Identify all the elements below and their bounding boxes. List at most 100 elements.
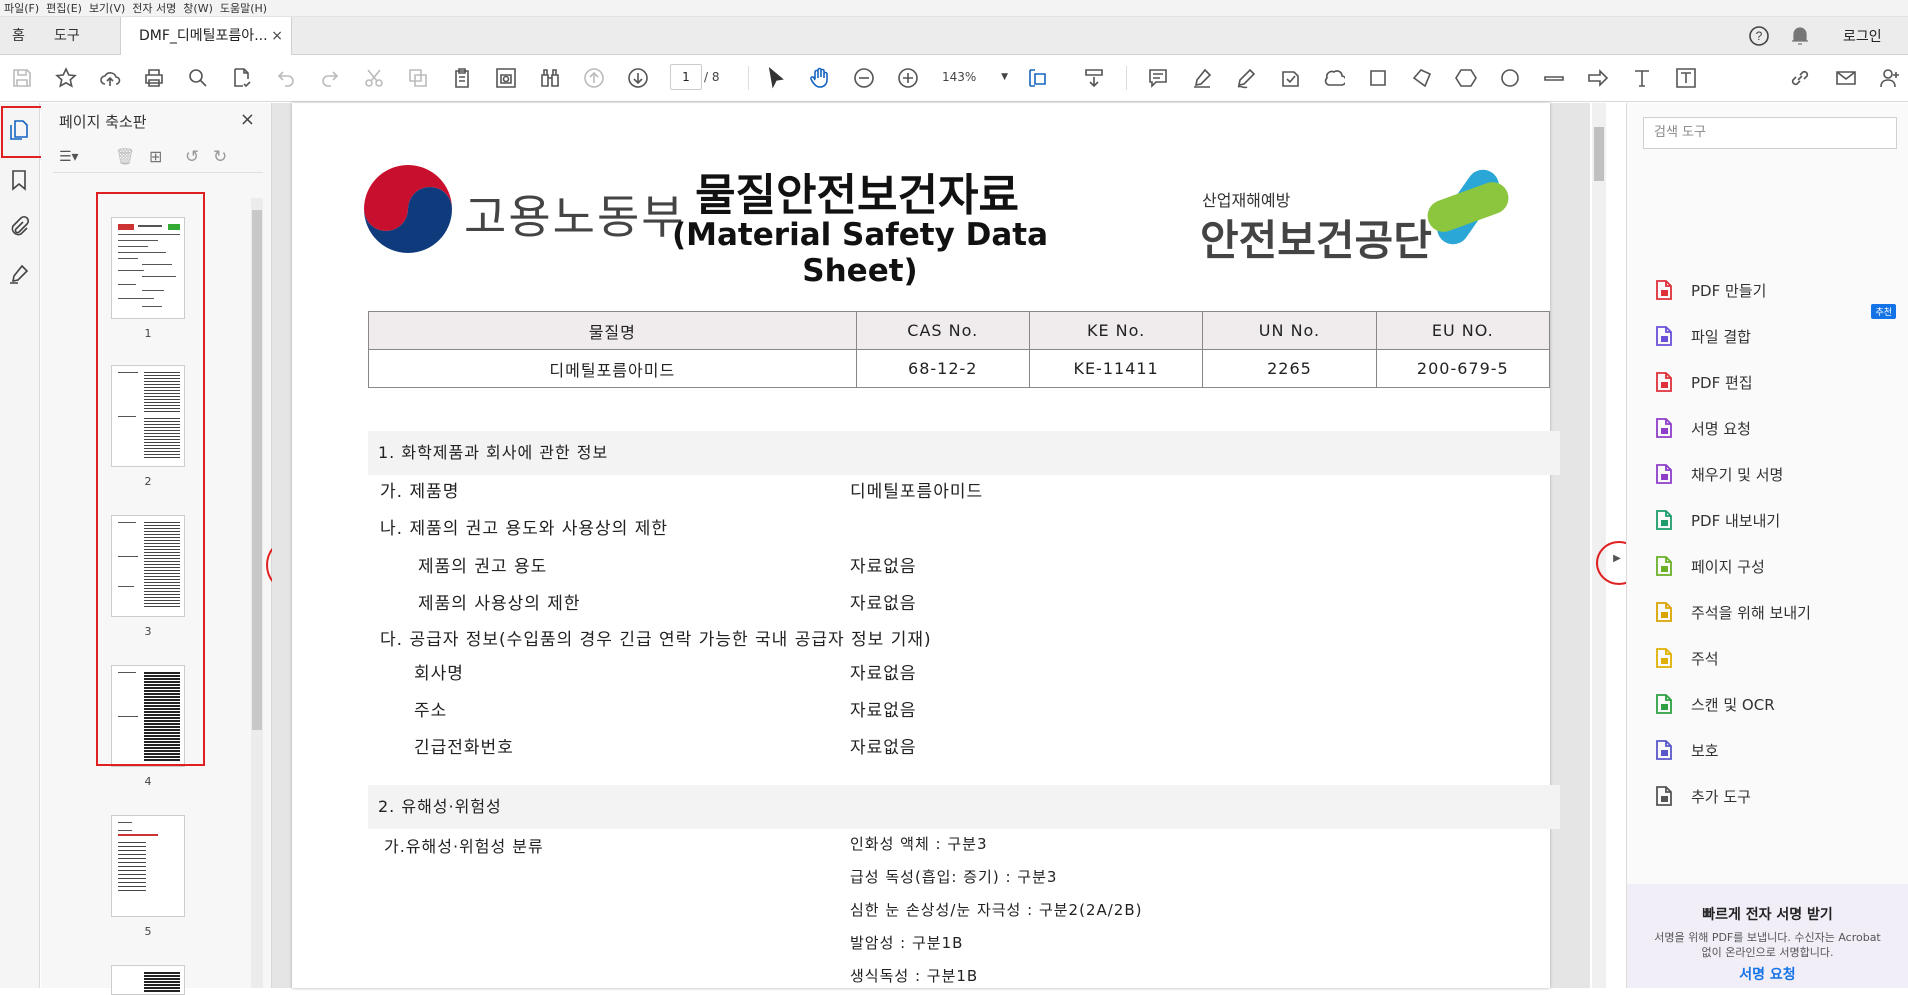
field-label: 나. 제품의 권고 용도와 사용상의 제한 bbox=[380, 519, 669, 539]
zoom-out-icon[interactable] bbox=[850, 64, 878, 92]
tool-item[interactable]: 페이지 구성 bbox=[1651, 552, 1765, 580]
line-icon[interactable] bbox=[1540, 64, 1568, 92]
tool-item[interactable]: 서명 요청 bbox=[1651, 414, 1751, 442]
field-value: 자료없음 bbox=[850, 664, 917, 684]
save-icon[interactable] bbox=[8, 64, 36, 92]
page-thumbnail[interactable] bbox=[111, 515, 185, 617]
cut-icon[interactable] bbox=[360, 64, 388, 92]
promo-link[interactable]: 서명 요청 bbox=[1627, 964, 1908, 984]
delete-page-icon[interactable]: 🗑 bbox=[115, 147, 135, 166]
upload-cloud-icon[interactable] bbox=[96, 64, 124, 92]
page-fit-icon[interactable] bbox=[1024, 64, 1052, 92]
notification-bell-icon[interactable] bbox=[1790, 17, 1810, 55]
tool-item[interactable]: 추가 도구 bbox=[1651, 782, 1751, 810]
highlight-pen-icon[interactable] bbox=[1188, 64, 1216, 92]
tab-close-button[interactable]: × bbox=[271, 17, 283, 55]
zoom-in-icon[interactable] bbox=[894, 64, 922, 92]
menu-esign[interactable]: 전자 서명 bbox=[132, 0, 183, 16]
scroll-mode-icon[interactable] bbox=[1080, 64, 1108, 92]
stamp-icon[interactable] bbox=[1276, 64, 1304, 92]
tool-item[interactable]: 채우기 및 서명 bbox=[1651, 460, 1783, 488]
undo-icon[interactable] bbox=[272, 64, 300, 92]
promo-title: 빠르게 전자 서명 받기 bbox=[1702, 907, 1833, 923]
table-header: CAS No. bbox=[855, 311, 1030, 350]
snapshot-icon[interactable] bbox=[492, 64, 520, 92]
add-user-icon[interactable] bbox=[1876, 64, 1904, 92]
redo-icon[interactable] bbox=[316, 64, 344, 92]
document-page: 고용노동부 물질안전보건자료 (Material Safety Data She… bbox=[292, 103, 1560, 988]
email-icon[interactable] bbox=[1832, 64, 1860, 92]
text-tool-icon[interactable] bbox=[1628, 64, 1656, 92]
tool-label: 스캔 및 OCR bbox=[1691, 695, 1775, 714]
agency-name: 안전보건공단 bbox=[1200, 216, 1432, 265]
copy-icon[interactable] bbox=[404, 64, 432, 92]
polygon-line-icon[interactable] bbox=[1408, 64, 1436, 92]
tab-document[interactable]: DMF_디메틸포름아... × bbox=[120, 17, 292, 55]
cloud-shape-icon[interactable] bbox=[1320, 64, 1348, 92]
rotate-right-icon[interactable]: ↻ bbox=[213, 147, 227, 167]
page-thumbnail[interactable] bbox=[111, 365, 185, 467]
ellipse-icon[interactable] bbox=[1496, 64, 1524, 92]
tool-item[interactable]: 보호 bbox=[1651, 736, 1719, 764]
select-cursor-icon[interactable] bbox=[762, 64, 790, 92]
rectangle-icon[interactable] bbox=[1364, 64, 1392, 92]
page-thumbnail[interactable] bbox=[111, 965, 185, 995]
field-value: 자료없음 bbox=[850, 557, 917, 577]
tool-item[interactable]: 스캔 및 OCR bbox=[1651, 690, 1775, 718]
tool-label: 채우기 및 서명 bbox=[1691, 465, 1784, 484]
previous-page-icon[interactable] bbox=[580, 64, 608, 92]
field-value: 인화성 액체 : 구분3 bbox=[850, 835, 988, 853]
print-icon[interactable] bbox=[140, 64, 168, 92]
help-icon[interactable]: ? bbox=[1748, 17, 1770, 55]
menu-file[interactable]: 파일(F) bbox=[4, 0, 46, 16]
login-button[interactable]: 로그인 bbox=[1843, 17, 1882, 55]
textbox-icon[interactable] bbox=[1672, 64, 1700, 92]
next-page-icon[interactable] bbox=[624, 64, 652, 92]
zoom-level-select[interactable]: 143% ▼ bbox=[936, 64, 1008, 90]
thumbnails-scrollbar[interactable] bbox=[251, 198, 263, 988]
page-number-input[interactable]: 1 bbox=[670, 64, 702, 90]
page-thumbnail[interactable] bbox=[111, 217, 185, 319]
tool-item[interactable]: 파일 결합 bbox=[1651, 322, 1751, 350]
page-thumbnail-number: 4 bbox=[144, 775, 152, 788]
comment-note-icon[interactable] bbox=[1144, 64, 1172, 92]
page-thumbnail[interactable] bbox=[111, 815, 185, 917]
signature-pen-icon[interactable] bbox=[8, 263, 32, 287]
tool-item[interactable]: PDF 편집 bbox=[1651, 368, 1753, 396]
hand-tool-icon[interactable] bbox=[806, 64, 834, 92]
link-share-icon[interactable] bbox=[1786, 64, 1814, 92]
tool-item[interactable]: PDF 내보내기 bbox=[1651, 506, 1780, 534]
menu-help[interactable]: 도움말(H) bbox=[220, 0, 274, 16]
draw-pen-icon[interactable] bbox=[1232, 64, 1260, 92]
tool-item[interactable]: 주석을 위해 보내기 bbox=[1651, 598, 1811, 626]
verify-document-icon[interactable] bbox=[228, 64, 256, 92]
rotate-left-icon[interactable]: ↺ bbox=[185, 147, 199, 167]
bookmarks-icon[interactable] bbox=[8, 169, 32, 193]
tab-home[interactable]: 홈 bbox=[12, 17, 25, 55]
bookmark-star-icon[interactable] bbox=[52, 64, 80, 92]
ministry-emblem-icon bbox=[364, 165, 452, 253]
tool-item[interactable]: PDF 만들기 bbox=[1651, 276, 1766, 304]
search-icon[interactable] bbox=[184, 64, 212, 92]
clipboard-icon[interactable] bbox=[448, 64, 476, 92]
table-cell: KE-11411 bbox=[1028, 349, 1204, 388]
page-thumbnails-icon[interactable] bbox=[8, 119, 32, 143]
field-label: 다. 공급자 정보(수입품의 경우 긴급 연락 가능한 국내 공급자 정보 기재… bbox=[380, 630, 932, 650]
hexagon-icon[interactable] bbox=[1452, 64, 1480, 92]
tab-tools[interactable]: 도구 bbox=[54, 17, 80, 55]
insert-page-icon[interactable]: ⊞ bbox=[149, 147, 162, 166]
menu-window[interactable]: 창(W) bbox=[183, 0, 220, 16]
menu-edit[interactable]: 편집(E) bbox=[46, 0, 89, 16]
menu-view[interactable]: 보기(V) bbox=[89, 0, 132, 16]
scrollbar-thumb[interactable] bbox=[1594, 127, 1604, 181]
arrow-icon[interactable] bbox=[1584, 64, 1612, 92]
page-thumbnail[interactable] bbox=[111, 665, 185, 767]
thumbnails-close-button[interactable]: × bbox=[240, 109, 255, 130]
tool-item[interactable]: 주석 bbox=[1651, 644, 1719, 672]
binoculars-icon[interactable] bbox=[536, 64, 564, 92]
thumbnail-options-icon[interactable]: ☰▾ bbox=[59, 149, 79, 165]
scrollbar-thumb[interactable] bbox=[252, 210, 262, 730]
search-tools-input[interactable]: 검색 도구 bbox=[1643, 117, 1897, 149]
attachments-icon[interactable] bbox=[8, 215, 32, 239]
table-header: KE No. bbox=[1028, 311, 1204, 350]
